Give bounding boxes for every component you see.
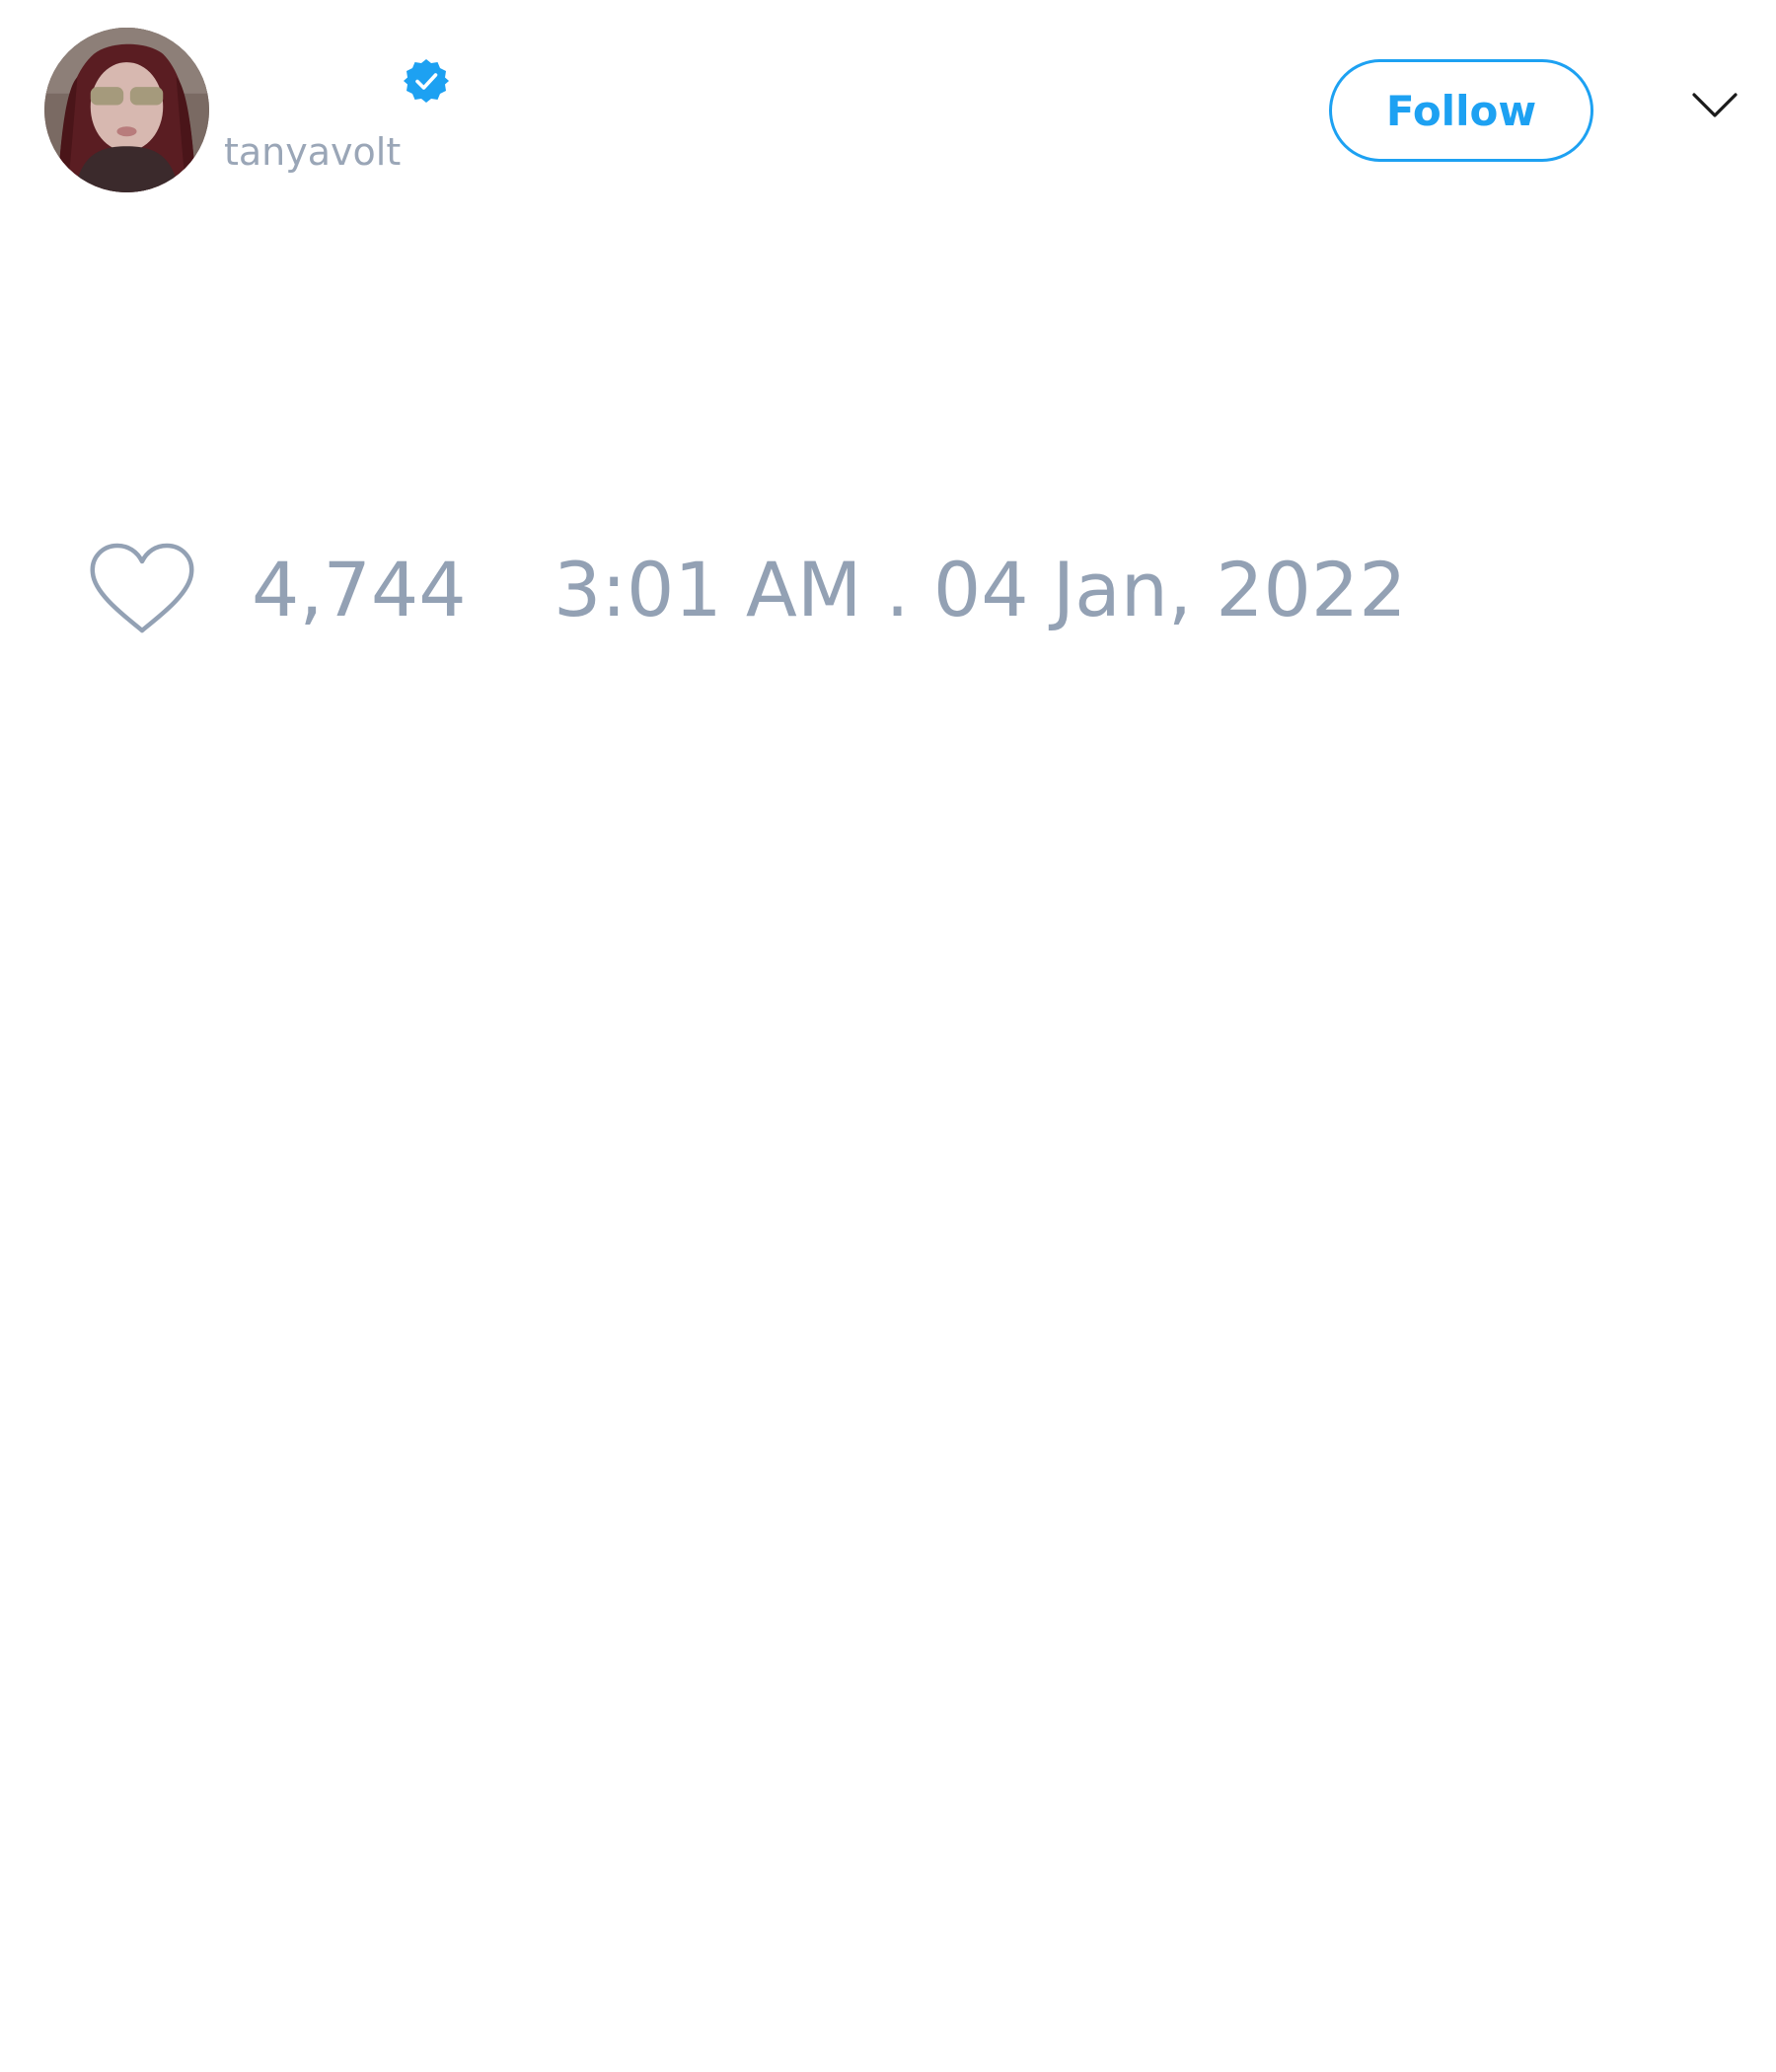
follow-button[interactable]: Follow — [1329, 59, 1593, 162]
like-count: 4,744 — [252, 546, 467, 633]
author-handle[interactable]: tanyavolt — [224, 126, 401, 178]
tweet-timestamp[interactable]: 3:01 AM . 04 Jan, 2022 — [554, 545, 1407, 635]
heart-outline-icon[interactable] — [89, 542, 195, 636]
avatar-image — [44, 28, 209, 192]
verified-badge-icon — [403, 57, 450, 105]
tweet-card: tanyavolt Follow 4,744 3:01 AM . 04 Jan,… — [0, 0, 1776, 2072]
avatar[interactable] — [44, 28, 209, 192]
chevron-down-icon[interactable] — [1691, 91, 1739, 120]
